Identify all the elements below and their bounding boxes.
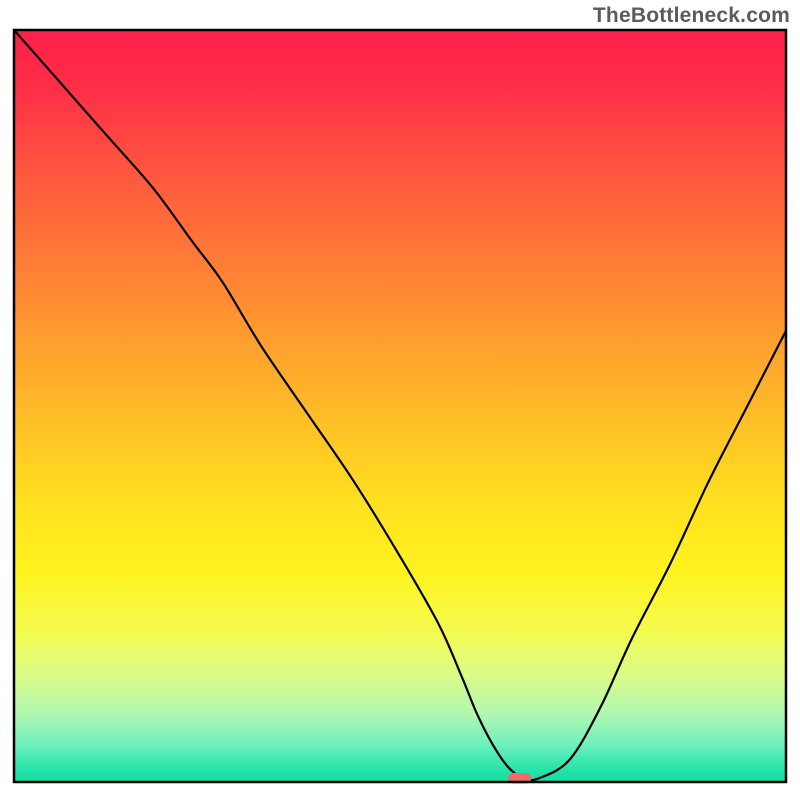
bottleneck-chart bbox=[0, 0, 800, 800]
chart-container: TheBottleneck.com bbox=[0, 0, 800, 800]
chart-background bbox=[14, 30, 786, 782]
